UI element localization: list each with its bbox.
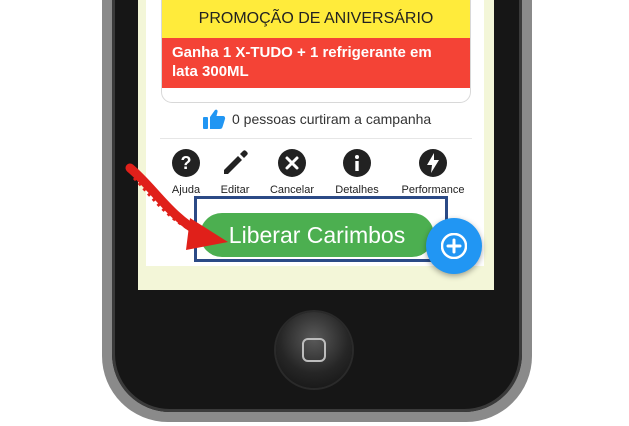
performance-action[interactable]: Performance <box>393 148 473 196</box>
cancel-icon <box>277 148 307 178</box>
thumbs-up-icon[interactable] <box>202 108 226 130</box>
plus-icon <box>441 233 467 259</box>
add-fab-button[interactable] <box>426 218 482 274</box>
likes-text: 0 pessoas curtiram a campanha <box>232 111 432 127</box>
home-button[interactable] <box>276 312 352 388</box>
lightning-icon <box>418 148 448 178</box>
home-square-icon <box>302 338 326 362</box>
performance-label: Performance <box>401 184 465 196</box>
likes-row: 0 pessoas curtiram a campanha <box>202 108 431 130</box>
promo-description: Ganha 1 X-TUDO + 1 refrigerante em lata … <box>162 38 470 88</box>
pointer-arrow-icon <box>125 163 228 250</box>
info-icon <box>342 148 372 178</box>
cancel-label: Cancelar <box>269 184 315 196</box>
details-action[interactable]: Detalhes <box>317 148 397 196</box>
divider <box>160 138 472 139</box>
details-label: Detalhes <box>335 184 379 196</box>
promo-title: PROMOÇÃO DE ANIVERSÁRIO <box>162 0 470 38</box>
promo-box: PROMOÇÃO DE ANIVERSÁRIO Ganha 1 X-TUDO +… <box>162 0 470 102</box>
